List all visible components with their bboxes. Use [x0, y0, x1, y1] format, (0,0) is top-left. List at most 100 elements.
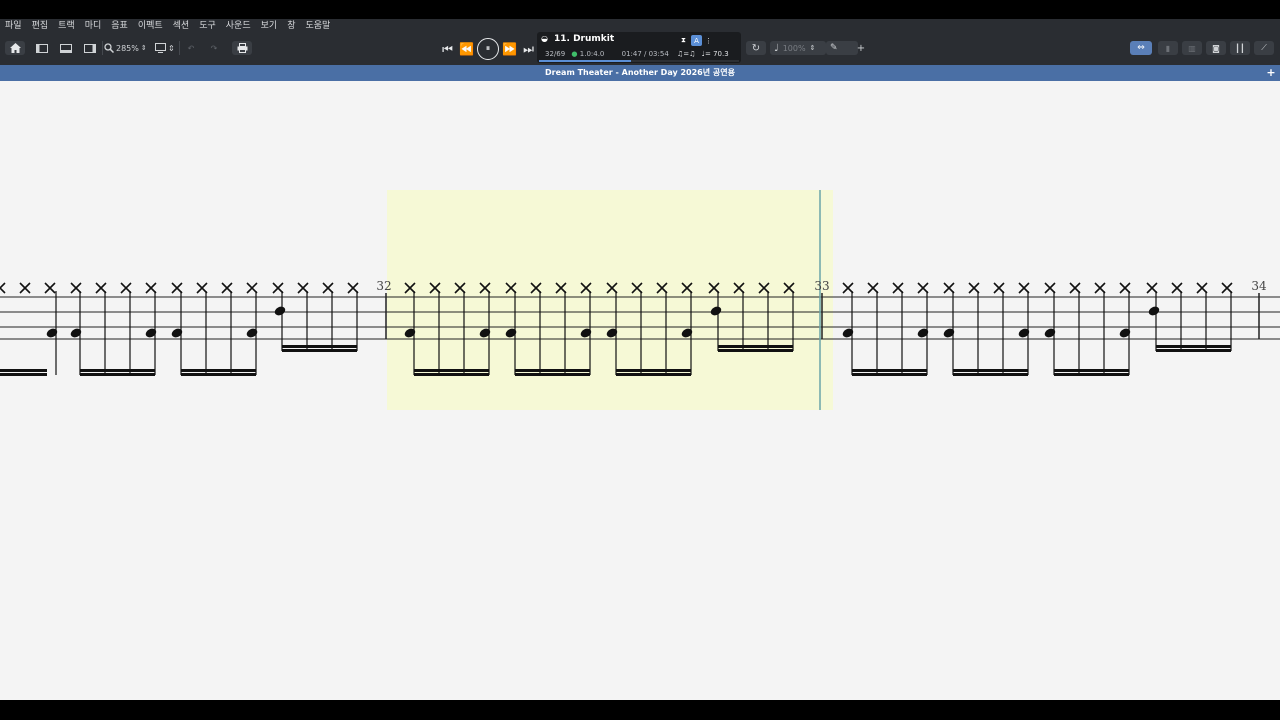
- guitar-icon: ⟋: [1261, 43, 1267, 52]
- menu-window[interactable]: 창: [282, 19, 300, 33]
- menu-bar-measure[interactable]: 마디: [80, 19, 107, 33]
- letterbox-bottom: [0, 700, 1280, 720]
- drum-button[interactable]: ◙: [1206, 41, 1226, 55]
- beam: [718, 345, 793, 348]
- print-button[interactable]: [232, 41, 252, 55]
- beam: [852, 373, 927, 376]
- menu-effects[interactable]: 이펙트: [133, 19, 168, 33]
- letterbox-top: [0, 0, 1280, 19]
- beam: [1156, 349, 1231, 352]
- beam: [1156, 345, 1231, 348]
- notehead: [145, 328, 157, 338]
- go-to-start-button[interactable]: ⏮: [438, 42, 457, 57]
- bottom-panel-icon: [60, 43, 72, 53]
- measure-number: 34: [1251, 279, 1267, 293]
- notehead: [917, 328, 929, 338]
- tuner-button[interactable]: ⟋: [1254, 41, 1274, 55]
- triplet-feel[interactable]: ♫=♫: [677, 50, 695, 58]
- undo-button[interactable]: ↶: [183, 41, 199, 55]
- transport-controls: ⏮ ⏪ ⏸ ⏩ ⏭: [438, 38, 538, 60]
- hourglass-icon: ⧗: [681, 36, 686, 44]
- mic-button[interactable]: ▮: [1158, 41, 1178, 55]
- notehead: [1148, 306, 1160, 316]
- speed-stepper-icon[interactable]: ⇕: [810, 44, 816, 52]
- menu-file[interactable]: 파일: [0, 19, 27, 33]
- hihat-note: [44, 282, 56, 294]
- beam: [181, 373, 256, 376]
- beat-position: 1.0:4.0: [579, 50, 605, 58]
- menu-note[interactable]: 음표: [106, 19, 133, 33]
- fast-forward-button[interactable]: ⏩: [500, 42, 519, 56]
- beam: [953, 373, 1028, 376]
- beam: [0, 369, 47, 372]
- zoom-control[interactable]: 285% ⇕: [104, 41, 152, 55]
- notehead: [246, 328, 258, 338]
- beam: [515, 369, 590, 372]
- tempo-display[interactable]: ♩= 70.3: [702, 50, 729, 58]
- instrument-icon: ◒: [541, 34, 548, 43]
- bottom-panel-toggle[interactable]: [57, 41, 75, 55]
- beam: [282, 349, 357, 352]
- menu-edit[interactable]: 편집: [27, 19, 54, 33]
- menu-section[interactable]: 섹션: [168, 19, 195, 33]
- left-panel-toggle[interactable]: [33, 41, 51, 55]
- redo-button[interactable]: ↷: [206, 41, 222, 55]
- menu-tools[interactable]: 도구: [194, 19, 221, 33]
- go-to-end-button[interactable]: ⏭: [519, 42, 538, 57]
- drum-icon: ◙: [1212, 43, 1220, 53]
- notehead: [274, 306, 286, 316]
- notehead: [1018, 328, 1030, 338]
- speed-control[interactable]: ♩ 100% ⇕: [770, 41, 826, 55]
- loop-button[interactable]: ↻: [746, 41, 766, 55]
- score-canvas[interactable]: 32 33 34: [0, 81, 1280, 700]
- lcd-status-row: 32/69 ● 1.0:4.0 01:47 / 03:54 ♫=♫ ♩= 70.…: [545, 50, 729, 58]
- display-mode-icon: ⇕: [155, 43, 175, 53]
- beam: [414, 369, 489, 372]
- zoom-value: 285%: [116, 43, 139, 53]
- menu-view[interactable]: 보기: [256, 19, 283, 33]
- track-name: 11. Drumkit: [554, 34, 615, 44]
- more-icon[interactable]: ⋮: [703, 35, 714, 46]
- notehead: [46, 328, 58, 338]
- notehead: [943, 328, 955, 338]
- notehead: [1044, 328, 1056, 338]
- waveform-icon: ┃┃: [1235, 43, 1245, 53]
- bar-position: 32/69: [545, 50, 566, 58]
- beam: [80, 373, 155, 376]
- home-icon: [9, 43, 21, 53]
- automation-badge[interactable]: A: [691, 35, 702, 46]
- measure-number: 33: [814, 279, 829, 293]
- keyboard-button[interactable]: ▥: [1182, 41, 1202, 55]
- document-title: Dream Theater - Another Day 2026년 공연용: [545, 68, 735, 77]
- loop-icon: ↻: [751, 42, 761, 54]
- beam: [616, 373, 691, 376]
- metronome-note-icon: ♩: [774, 42, 779, 54]
- keyboard-icon: ▥: [1188, 43, 1196, 53]
- hihat-note: [0, 282, 6, 294]
- beam: [616, 369, 691, 372]
- playback-progress-bar[interactable]: [539, 60, 739, 62]
- toolbar-separator: [179, 41, 180, 55]
- display-mode-button[interactable]: ⇕: [153, 41, 177, 55]
- rewind-button[interactable]: ⏪: [457, 42, 476, 56]
- add-button[interactable]: +: [855, 41, 867, 55]
- beam: [181, 369, 256, 372]
- lcd-display[interactable]: ◒ 11. Drumkit ⧗ A ⋮ 32/69 ● 1.0:4.0 01:4…: [537, 32, 741, 63]
- countdown-control[interactable]: ✎: [826, 41, 858, 55]
- pause-button[interactable]: ⏸: [477, 38, 499, 60]
- add-document-button[interactable]: +: [1266, 65, 1276, 81]
- beam: [0, 373, 47, 376]
- menu-help[interactable]: 도움말: [300, 19, 335, 33]
- left-panel-icon: [36, 43, 48, 53]
- page-layout-button[interactable]: ⇔: [1130, 41, 1152, 55]
- home-button[interactable]: [5, 41, 25, 55]
- hihat-note: [19, 282, 31, 294]
- zoom-stepper-icon[interactable]: ⇕: [141, 44, 147, 52]
- mixer-button[interactable]: ┃┃: [1230, 41, 1250, 55]
- beam: [718, 349, 793, 352]
- menu-sound[interactable]: 사운드: [221, 19, 256, 33]
- print-icon: [237, 43, 247, 53]
- right-panel-toggle[interactable]: [81, 41, 99, 55]
- toolbar-separator: [102, 41, 103, 55]
- menu-track[interactable]: 트랙: [53, 19, 80, 33]
